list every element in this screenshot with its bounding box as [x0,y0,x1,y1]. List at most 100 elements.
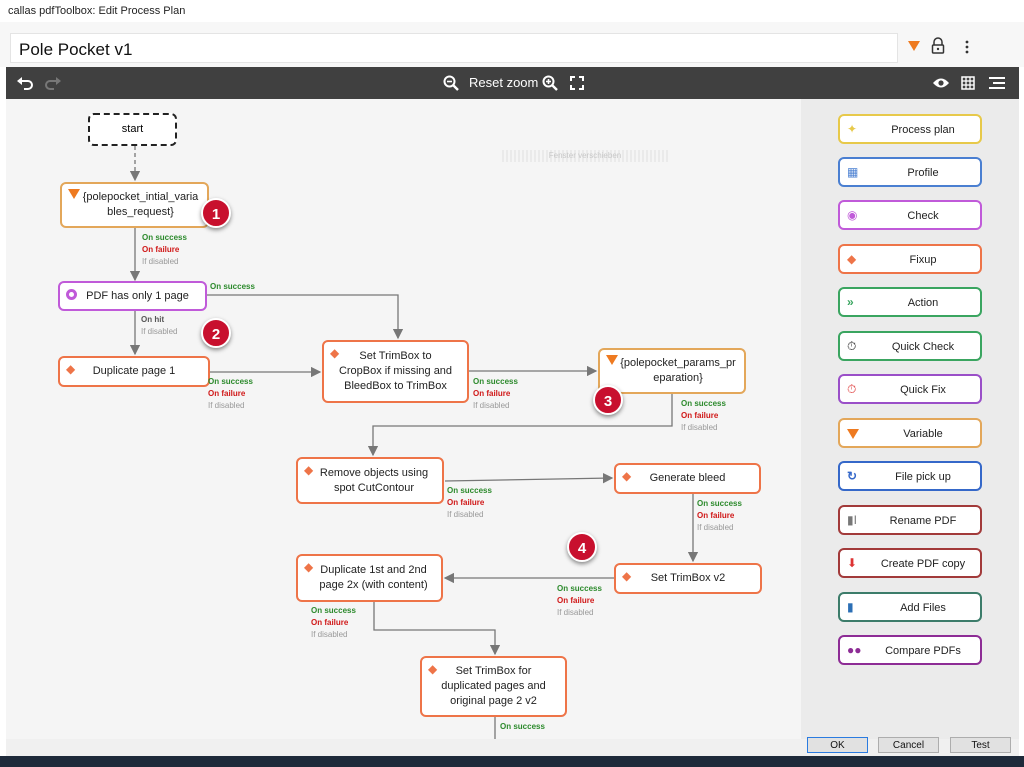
fixup-diamond-icon: ◆ [428,662,438,676]
edge-on-success: On success [142,233,187,242]
variable-triangle-icon [68,189,80,199]
step-badge: 2 [201,318,231,348]
palette-label: Add Files [900,602,946,614]
node-text-line: page 2x (with content) [319,579,428,591]
node-text: Set TrimBox to CropBox if missing and Bl… [339,349,452,394]
edge-on-failure: On failure [311,618,349,627]
edge-labels: On success On failure If disabled [142,232,187,268]
step-badge: 4 [567,532,597,562]
variable-node-text: {polepocket_intial_varia bles_request} [71,190,199,220]
variable-node-params[interactable]: {polepocket_params_pr eparation} [598,348,746,394]
palette-label: Action [907,297,939,309]
test-button[interactable]: Test [950,737,1011,753]
node-text: Set TrimBox v2 [650,572,726,584]
fixup-diamond-icon: ◆ [66,362,76,376]
step-badge: 3 [593,385,623,415]
fixup-node-duplicate-pages[interactable]: ◆ Duplicate 1st and 2nd page 2x (with co… [296,554,443,602]
compare-pdfs-icon: ●● [847,643,862,657]
edge-if-disabled: If disabled [473,401,510,410]
node-text-line: Duplicate 1st and 2nd [320,564,427,576]
palette-compare-pdfs-button[interactable]: ●● Compare PDFs [838,635,982,665]
palette-profile-button[interactable]: ▦ Profile [838,157,982,187]
edge-labels: On success On failure If disabled [447,485,492,521]
fixup-node-set-trimbox-v2[interactable]: ◆ Set TrimBox v2 [614,563,762,594]
edge-labels: On success On failure If disabled [681,398,726,434]
node-text-line: duplicated pages and [441,680,546,692]
palette-label: Quick Check [891,341,955,353]
edge-labels: On hit If disabled [141,314,177,338]
edge-if-disabled: If disabled [697,523,734,532]
node-text-line: Set TrimBox for [455,665,532,677]
edge-if-disabled: If disabled [447,510,484,519]
fixup-node-duplicate-page[interactable]: ◆ Duplicate page 1 [58,356,210,387]
fixup-node-set-trimbox-duplicated[interactable]: ◆ Set TrimBox for duplicated pages and o… [420,656,567,717]
ok-button[interactable]: OK [807,737,868,753]
process-plan-icon: ✦ [847,122,858,136]
check-icon: ◉ [847,208,858,222]
fixup-diamond-icon: ◆ [330,346,340,360]
palette-check-button[interactable]: ◉ Check [838,200,982,230]
edge-if-disabled: If disabled [681,423,718,432]
quick-check-icon: ⏱ [847,339,857,353]
node-text-line: Remove objects using [319,466,429,479]
edge-on-success: On success [447,486,492,495]
edge-on-success: On success [681,399,726,408]
os-taskbar [0,756,1024,767]
palette-label: Process plan [891,124,955,136]
create-pdf-copy-icon: ⬇ [847,556,858,570]
edge-if-disabled: If disabled [142,257,179,266]
palette-label: Fixup [909,254,937,266]
palette-file-pickup-button[interactable]: ↻ File pick up [838,461,982,491]
fixup-node-remove-objects[interactable]: ◆ Remove objects using spot CutContour [296,457,444,504]
palette-process-plan-button[interactable]: ✦ Process plan [838,114,982,144]
edge-on-success: On success [311,606,356,615]
variable-icon [847,429,859,439]
fixup-diamond-icon: ◆ [304,463,314,477]
edge-on-failure: On failure [142,245,180,254]
palette-create-pdf-copy-button[interactable]: ⬇ Create PDF copy [838,548,982,578]
palette-label: Rename PDF [889,515,957,527]
palette-label: Variable [903,428,943,440]
palette-rename-pdf-button[interactable]: ▮I Rename PDF [838,505,982,535]
node-text-line: {polepocket_intial_varia [82,191,199,203]
palette-label: Quick Fix [900,384,946,396]
node-text: Duplicate 1st and 2nd page 2x (with cont… [311,563,427,593]
fixup-node-set-trimbox[interactable]: ◆ Set TrimBox to CropBox if missing and … [322,340,469,403]
edge-on-failure: On failure [208,389,246,398]
node-text-line: CropBox if missing and [338,365,453,377]
node-text-line: eparation} [653,372,703,384]
file-pickup-icon: ↻ [847,469,858,483]
palette-variable-button[interactable]: Variable [838,418,982,448]
node-text-line: BleedBox to TrimBox [344,380,447,392]
edge-on-hit: On hit [141,315,165,324]
node-text-line: {polepocket_params_pr [620,357,736,369]
edge-on-failure: On failure [473,389,511,398]
quick-fix-icon: ⏱ [847,382,857,396]
edge-labels: On success On failure If disabled [311,605,356,641]
node-text-line: spot CutContour [333,481,415,494]
start-label: start [121,123,144,135]
node-text: Duplicate page 1 [92,365,176,377]
palette-quick-check-button[interactable]: ⏱ Quick Check [838,331,982,361]
node-text-line: Set TrimBox to [359,350,432,362]
check-circle-icon [66,289,77,300]
palette-fixup-button[interactable]: ◆ Fixup [838,244,982,274]
palette-label: Profile [907,167,939,179]
fixup-diamond-icon: ◆ [622,469,632,483]
fixup-node-generate-bleed[interactable]: ◆ Generate bleed [614,463,761,494]
rename-pdf-icon: ▮I [847,513,857,527]
edge-if-disabled: If disabled [208,401,245,410]
palette-quick-fix-button[interactable]: ⏱ Quick Fix [838,374,982,404]
start-node[interactable]: start [88,113,177,146]
palette-action-button[interactable]: » Action [838,287,982,317]
edge-labels: On success On failure If disabled [697,498,742,534]
palette-label: Create PDF copy [880,558,966,570]
cancel-button[interactable]: Cancel [878,737,939,753]
edge-on-failure: On failure [697,511,735,520]
fixup-diamond-icon: ◆ [622,569,632,583]
check-node-single-page[interactable]: PDF has only 1 page [58,281,207,311]
edge-on-success: On success [208,377,253,386]
variable-node-initial[interactable]: {polepocket_intial_varia bles_request} [60,182,209,228]
palette-add-files-button[interactable]: ▮ Add Files [838,592,982,622]
add-files-icon: ▮ [847,600,854,614]
